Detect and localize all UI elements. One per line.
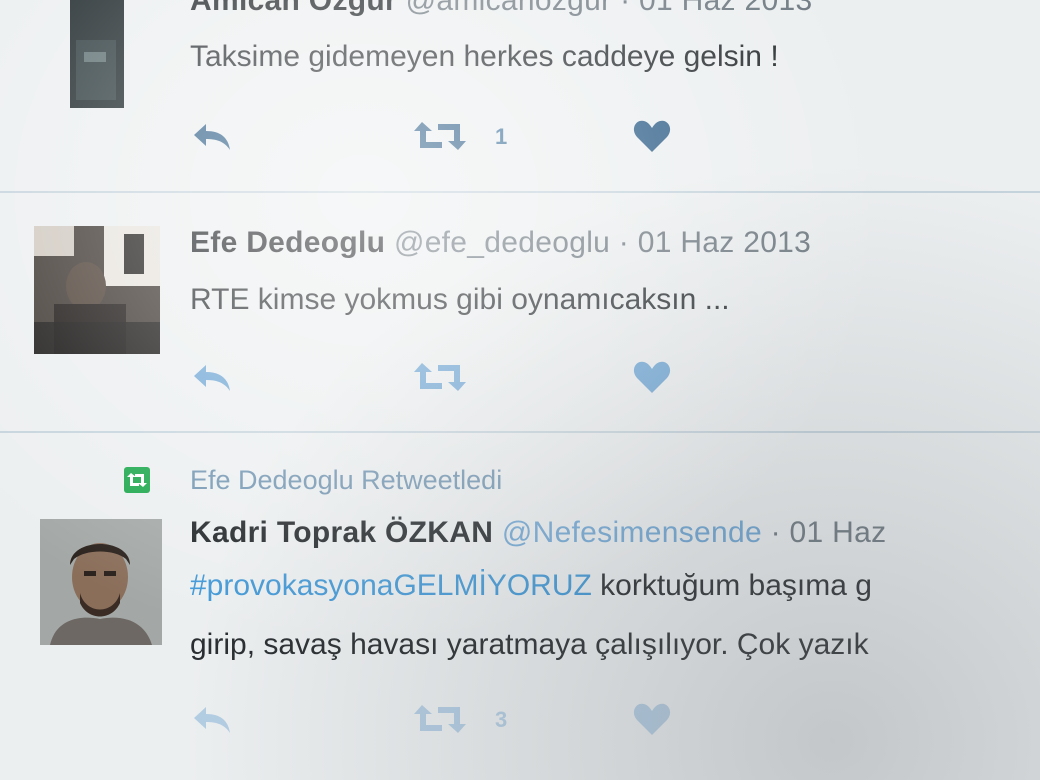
separator-dot: · bbox=[618, 226, 630, 259]
tweet-actions bbox=[190, 359, 710, 399]
user-name[interactable]: Efe Dedeoglu bbox=[190, 226, 385, 259]
separator-dot: · bbox=[770, 516, 781, 549]
tweet-text: korktuğum başıma g bbox=[591, 569, 872, 602]
retweet-icon[interactable] bbox=[412, 118, 468, 159]
tweet-date[interactable]: 01 Haz 2013 bbox=[638, 226, 811, 259]
user-name[interactable]: Kadri Toprak ÖZKAN bbox=[190, 516, 493, 549]
tweet-header: Amican Özgür @amicanozgur · 01 Haz 2013 bbox=[190, 0, 812, 18]
user-handle[interactable]: @amicanozgur bbox=[406, 0, 612, 17]
reply-icon[interactable] bbox=[190, 359, 236, 400]
user-handle[interactable]: @Nefesimensende bbox=[502, 516, 762, 549]
avatar-photo bbox=[34, 226, 160, 354]
retweet-count: 1 bbox=[495, 124, 508, 149]
tweet-text-line-2: girip, savaş havası yaratmaya çalışılıyo… bbox=[190, 628, 869, 661]
user-name[interactable]: Amican Özgür bbox=[190, 0, 397, 17]
retweeted-badge-icon bbox=[124, 467, 150, 493]
user-handle[interactable]: @efe_dedeoglu bbox=[394, 226, 610, 259]
heart-icon[interactable] bbox=[632, 118, 672, 159]
heart-icon[interactable] bbox=[632, 701, 672, 742]
tweet-date[interactable]: 01 Haz 2013 bbox=[639, 0, 812, 17]
retweet-icon[interactable] bbox=[412, 701, 468, 742]
retweeted-by-label[interactable]: Efe Dedeoglu Retweetledi bbox=[190, 465, 502, 496]
reply-icon[interactable] bbox=[190, 118, 236, 159]
tweet-header: Efe Dedeoglu @efe_dedeoglu · 01 Haz 2013 bbox=[190, 226, 811, 260]
tweet-item-2[interactable]: Efe Dedeoglu @efe_dedeoglu · 01 Haz 2013… bbox=[0, 193, 1040, 431]
reply-icon[interactable] bbox=[190, 701, 236, 742]
avatar[interactable] bbox=[34, 226, 160, 354]
tweet-text: RTE kimse yokmus gibi oynamıcaksın ... bbox=[190, 283, 730, 316]
tweet-text-line-1: #provokasyonaGELMİYORUZ korktuğum başıma… bbox=[190, 569, 872, 603]
tweet-actions: 1 bbox=[190, 118, 710, 158]
tweet-date[interactable]: 01 Haz bbox=[790, 516, 887, 549]
heart-icon[interactable] bbox=[632, 359, 672, 400]
tweet-actions: 3 bbox=[190, 701, 710, 741]
avatar[interactable] bbox=[70, 0, 124, 108]
separator-dot: · bbox=[620, 0, 631, 17]
avatar-photo bbox=[70, 0, 124, 108]
retweet-count: 3 bbox=[495, 707, 508, 732]
tweet-item-1[interactable]: Amican Özgür @amicanozgur · 01 Haz 2013 … bbox=[0, 0, 1040, 192]
retweet-icon[interactable] bbox=[412, 359, 468, 400]
avatar-photo bbox=[40, 519, 162, 645]
hashtag-link[interactable]: #provokasyonaGELMİYORUZ bbox=[190, 569, 592, 602]
tweet-item-3[interactable]: Efe Dedeoglu Retweetledi Kadri Toprak ÖZ… bbox=[0, 433, 1040, 780]
tweet-text: Taksime gidemeyen herkes caddeye gelsin … bbox=[190, 40, 779, 73]
tweet-header: Kadri Toprak ÖZKAN @Nefesimensende · 01 … bbox=[190, 516, 886, 550]
avatar[interactable] bbox=[40, 519, 162, 645]
